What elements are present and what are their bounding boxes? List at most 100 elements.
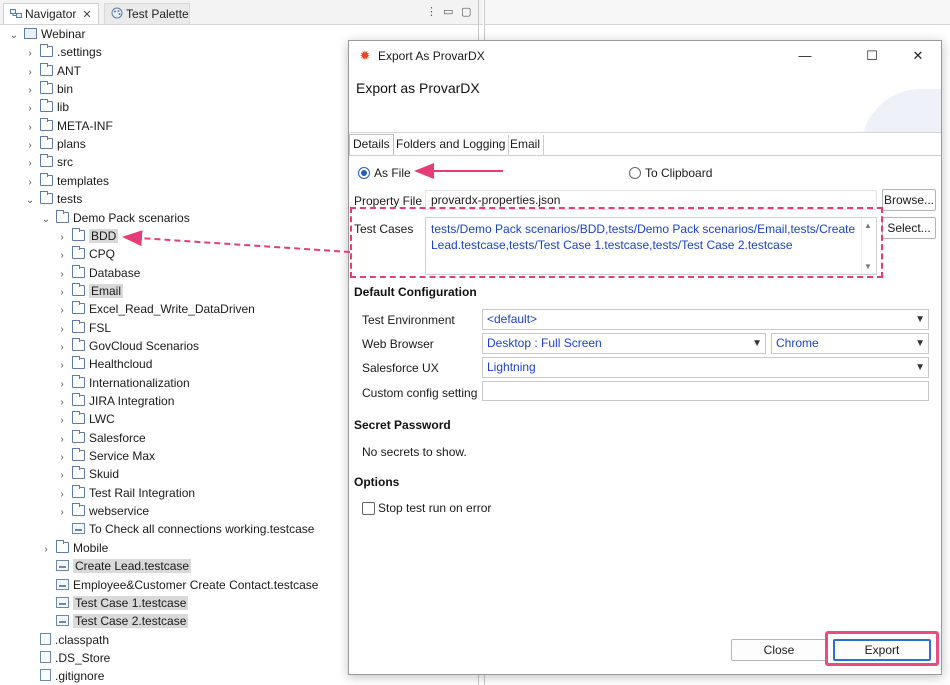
tree-folder-item[interactable]: › GovCloud Scenarios [56,337,199,355]
chevron-right-icon[interactable]: › [56,357,68,375]
view-menu-icon[interactable]: ⋮ [426,5,437,18]
tree-folder-item[interactable]: › .settings [24,43,102,61]
tab-navigator[interactable]: Navigator ✕ [3,3,99,24]
dialog-window-title: Export As ProvarDX [378,49,485,63]
tab-test-palette[interactable]: Test Palette [104,3,190,24]
chevron-right-icon[interactable]: › [24,64,36,82]
to-clipboard-radio[interactable]: To Clipboard [629,165,712,181]
tree-file-item[interactable]: .DS_Store [24,649,110,667]
tree-item-label: LWC [89,412,115,427]
tree-folder-item[interactable]: › webservice [56,502,149,520]
export-dialog: ✹ Export As ProvarDX — ☐ ✕ Export as Pro… [348,40,942,675]
tree-folder-item[interactable]: › Service Max [56,447,155,465]
chevron-right-icon[interactable]: › [24,82,36,100]
select-button[interactable]: Select... [882,217,936,239]
chevron-down-icon[interactable]: ⌄ [24,192,36,210]
tree-file-item[interactable]: Employee&Customer Create Contact.testcas… [40,576,318,594]
tree-folder-item[interactable]: › plans [24,135,86,153]
chevron-right-icon[interactable]: › [56,504,68,522]
chevron-right-icon[interactable]: › [56,376,68,394]
tree-file-item[interactable]: Create Lead.testcase [40,557,192,575]
folder-icon [72,301,85,315]
maximize-view-icon[interactable]: ▢ [461,5,471,18]
chevron-right-icon[interactable]: › [56,449,68,467]
chevron-right-icon[interactable]: › [24,45,36,63]
tree-folder-item[interactable]: › META-INF [24,117,113,135]
maximize-icon[interactable]: ☐ [852,45,892,67]
chevron-right-icon[interactable]: › [56,302,68,320]
chevron-right-icon[interactable]: › [24,174,36,192]
tree-folder-item[interactable]: ⌄ tests [24,190,82,208]
tree-folder-item[interactable]: › LWC [56,410,115,428]
custom-config-input[interactable] [482,381,929,401]
chevron-down-icon[interactable]: ⌄ [40,211,52,229]
tree-folder-item[interactable]: › Database [56,264,140,282]
chevron-right-icon[interactable]: › [56,412,68,430]
tree-folder-item[interactable]: › CPQ [56,245,115,263]
tab-folders-and-logging[interactable]: Folders and Logging [393,135,510,155]
close-button[interactable]: Close [731,639,827,661]
tree-folder-item[interactable]: › Test Rail Integration [56,484,195,502]
tree-file-item[interactable]: .gitignore [24,667,104,685]
test-environment-select[interactable]: <default> ▼ [482,309,929,330]
tab-email[interactable]: Email [507,135,545,155]
stop-on-error-checkbox[interactable]: Stop test run on error [362,500,491,516]
tree-file-item[interactable]: Test Case 2.testcase [40,612,189,630]
chevron-right-icon[interactable]: › [24,119,36,137]
chevron-right-icon[interactable]: › [56,321,68,339]
chevron-right-icon[interactable]: › [56,394,68,412]
close-icon[interactable]: ✕ [82,9,91,21]
tree-folder-item[interactable]: › Email [56,282,124,302]
tree-folder-item[interactable]: › FSL [56,319,111,337]
tab-details[interactable]: Details [349,134,394,156]
tree-folder-item[interactable]: ⌄ Demo Pack scenarios [40,209,190,227]
tree-folder-item[interactable]: › src [24,153,73,171]
tree-item-label: plans [57,137,86,152]
tree-folder-item[interactable]: › ANT [24,62,81,80]
chevron-right-icon[interactable]: › [24,137,36,155]
tree-folder-item[interactable]: › Internationalization [56,374,190,392]
tree-folder-item[interactable]: › Skuid [56,465,119,483]
tree-item-label: Internationalization [89,375,190,390]
chevron-right-icon[interactable]: › [56,284,68,302]
browser-resolution-select[interactable]: Desktop : Full Screen ▼ [482,333,766,354]
minimize-icon[interactable]: — [785,45,825,67]
tree-item-label: To Check all connections working.testcas… [89,522,315,537]
tree-item-label: Demo Pack scenarios [73,210,190,225]
tree-folder-item[interactable]: › lib [24,98,69,116]
chevron-right-icon[interactable]: › [56,431,68,449]
chevron-right-icon[interactable]: › [40,541,52,559]
browse-button[interactable]: Browse... [882,189,936,211]
chevron-right-icon[interactable]: › [56,247,68,265]
chevron-right-icon[interactable]: › [24,155,36,173]
web-browser-label: Web Browser [362,337,434,351]
tree-file-item[interactable]: Test Case 1.testcase [40,594,189,612]
web-browser-select[interactable]: Chrome ▼ [771,333,929,354]
chevron-right-icon[interactable]: › [56,339,68,357]
tree-folder-item[interactable]: › Excel_Read_Write_DataDriven [56,300,255,318]
tree-folder-item[interactable]: ⌄ Webinar [8,25,86,45]
tree-folder-item[interactable]: › templates [24,172,109,190]
as-file-radio[interactable]: As File [358,165,411,181]
tree-file-item[interactable]: .classpath [24,631,109,649]
chevron-right-icon[interactable]: › [24,100,36,118]
tree-item-label: webservice [89,504,150,519]
tree-item-label: .classpath [55,632,110,647]
tree-folder-item[interactable]: › BDD [56,227,119,247]
tree-folder-item[interactable]: › Salesforce [56,429,146,447]
salesforce-ux-select[interactable]: Lightning ▼ [482,357,929,378]
tree-folder-item[interactable]: › bin [24,80,73,98]
minimize-view-icon[interactable]: ▭ [443,5,453,18]
chevron-right-icon[interactable]: › [56,486,68,504]
chevron-right-icon[interactable]: › [56,229,68,247]
folder-icon [72,393,85,406]
tree-folder-item[interactable]: › Healthcloud [56,355,152,373]
tree-file-item[interactable]: To Check all connections working.testcas… [56,520,314,538]
chevron-right-icon[interactable]: › [56,467,68,485]
close-icon[interactable]: ✕ [898,45,938,67]
dialog-title-bar[interactable]: ✹ Export As ProvarDX — ☐ ✕ [349,41,941,71]
tree-folder-item[interactable]: › Mobile [40,539,108,557]
tree-folder-item[interactable]: › JIRA Integration [56,392,174,410]
chevron-down-icon[interactable]: ⌄ [8,27,20,45]
chevron-right-icon[interactable]: › [56,266,68,284]
